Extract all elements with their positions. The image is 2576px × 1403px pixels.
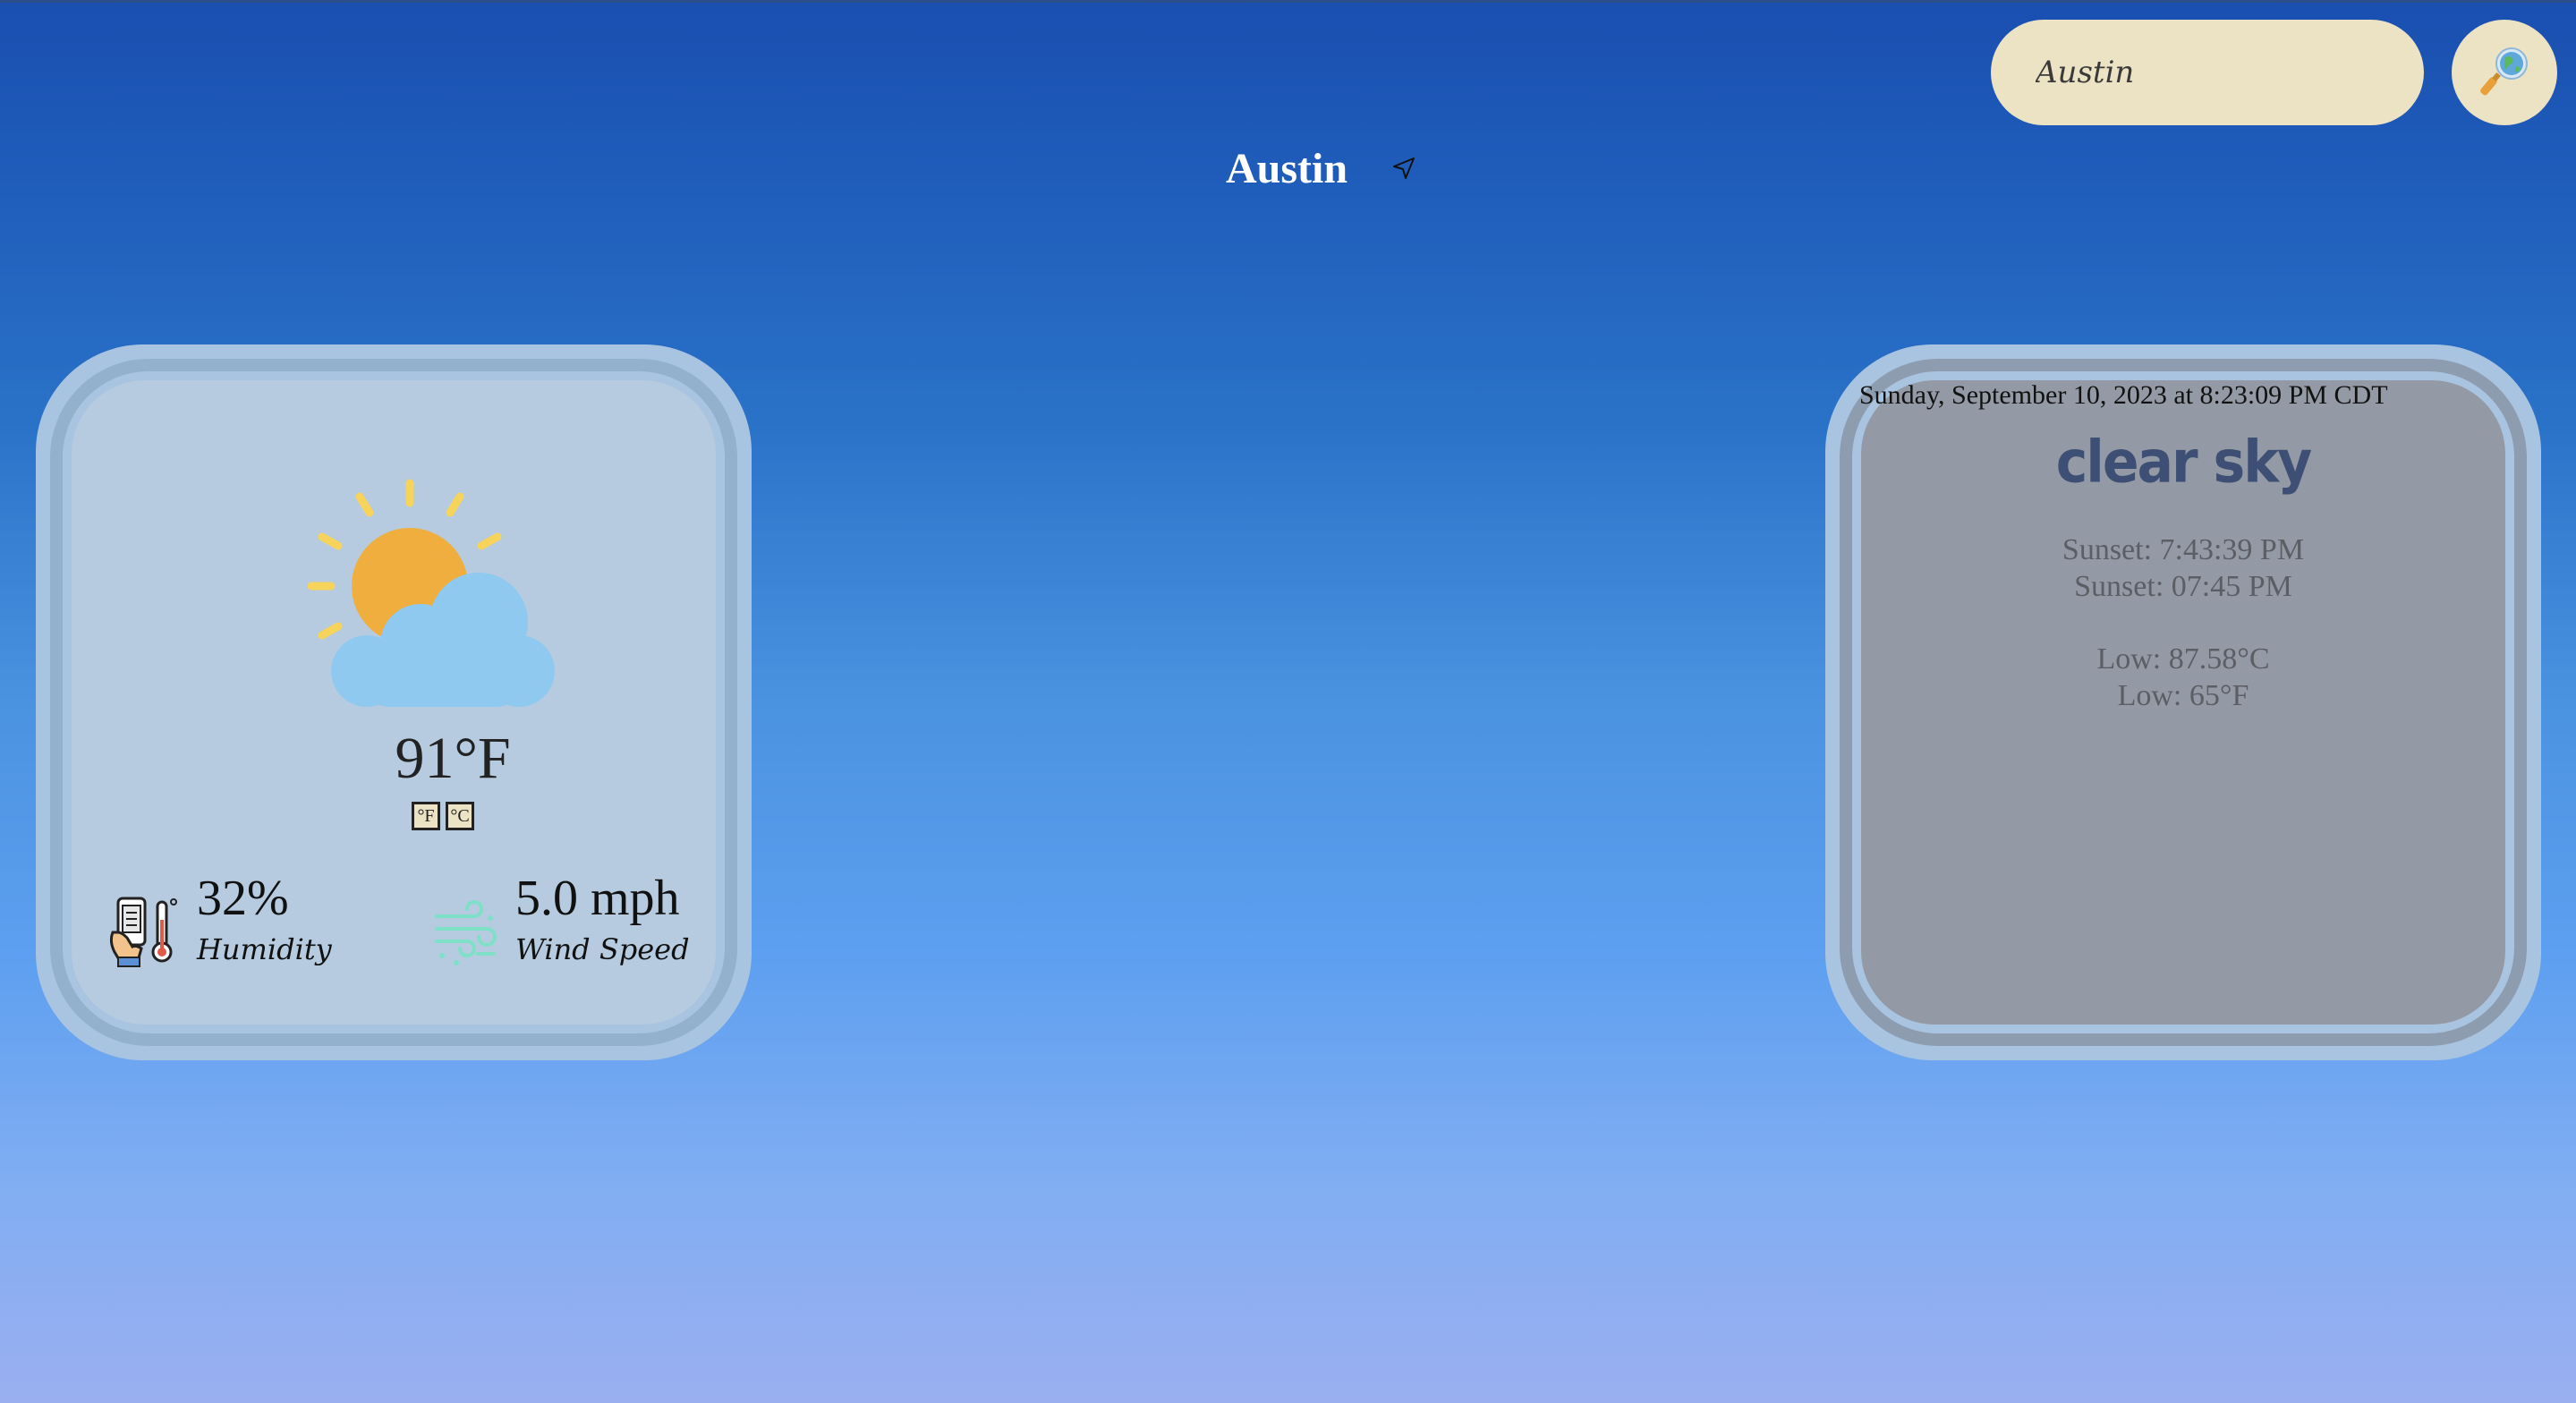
partly-cloudy-sun-icon <box>307 479 555 707</box>
city-name: Austin <box>1226 144 1348 192</box>
unit-toggle: °F °C <box>412 802 474 830</box>
location-arrow-icon[interactable] <box>1389 153 1419 183</box>
search-box[interactable] <box>1991 20 2424 125</box>
sunset-line-1: Sunset: 7:43:39 PM <box>2062 533 2305 566</box>
hand-phone-thermometer-icon <box>109 897 177 967</box>
top-border <box>0 0 2576 3</box>
low-line-2: Low: 65°F <box>2117 679 2249 712</box>
wind-value: 5.0 mph <box>515 871 680 926</box>
datetime: Sunday, September 10, 2023 at 8:23:09 PM… <box>1859 380 2388 410</box>
humidity-label: Humidity <box>197 932 332 966</box>
search-input[interactable] <box>2034 54 2395 91</box>
low-line-1: Low: 87.58°C <box>2096 642 2270 676</box>
condition-description: clear sky <box>2055 429 2313 497</box>
wind-label: Wind Speed <box>515 932 690 966</box>
wind-icon <box>435 900 497 965</box>
humidity-value: 32% <box>197 871 289 926</box>
sunset-line-2: Sunset: 07:45 PM <box>2074 570 2292 603</box>
celsius-button[interactable]: °C <box>446 802 474 830</box>
globe-magnifier-icon <box>2480 47 2528 96</box>
fahrenheit-button[interactable]: °F <box>412 802 440 830</box>
temperature: 91°F <box>395 726 511 791</box>
city-header: Austin <box>1226 141 1419 195</box>
search-button[interactable] <box>2452 20 2557 125</box>
